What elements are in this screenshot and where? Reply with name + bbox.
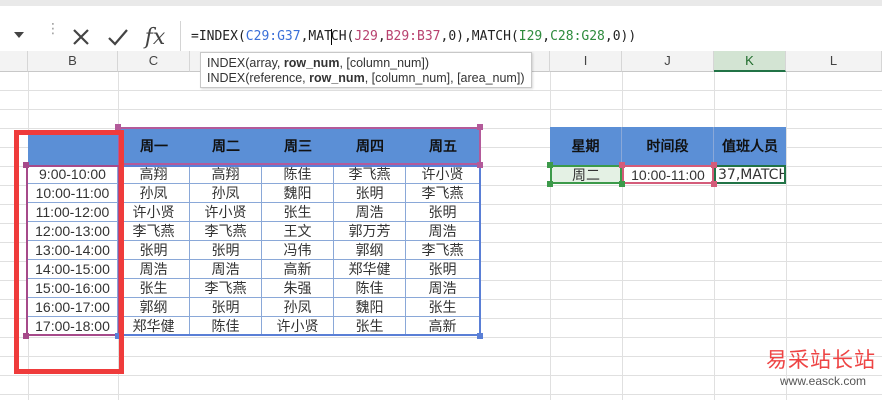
checkmark-icon: [108, 29, 128, 46]
tooltip-text: INDEX(array,: [207, 56, 284, 70]
insert-function-button[interactable]: fx: [138, 20, 172, 54]
tooltip-line-array[interactable]: INDEX(array, row_num, [column_num]): [207, 56, 525, 71]
chevron-down-icon: [14, 32, 24, 38]
column-header-b[interactable]: B: [28, 51, 118, 72]
formula-ref: C28:G28: [550, 29, 605, 44]
column-header-j[interactable]: J: [622, 51, 714, 72]
cancel-x-icon: [73, 29, 89, 45]
watermark-logo-text: 易采站长站: [766, 348, 876, 372]
column-header-c[interactable]: C: [118, 51, 190, 72]
tooltip-current-arg: row_num: [309, 71, 365, 85]
select-all-corner[interactable]: [0, 51, 28, 72]
range-handle[interactable]: [619, 162, 625, 168]
lookup-header-time[interactable]: 时间段: [622, 127, 714, 165]
range-handle[interactable]: [711, 162, 717, 168]
function-tooltip: INDEX(array, row_num, [column_num]) INDE…: [200, 52, 532, 88]
range-highlight-header: [118, 127, 481, 165]
formula-ref: J29: [354, 29, 378, 44]
range-handle[interactable]: [477, 162, 483, 168]
formula-text: ,: [377, 29, 386, 44]
fx-icon: fx: [144, 24, 166, 50]
name-box-dropdown[interactable]: [0, 21, 40, 51]
formula-text: ,MAT: [300, 29, 332, 44]
range-handle[interactable]: [619, 181, 625, 187]
cancel-button[interactable]: [64, 20, 98, 54]
tooltip-line-reference[interactable]: INDEX(reference, row_num, [column_num], …: [207, 71, 525, 86]
column-header-i[interactable]: I: [550, 51, 622, 72]
tooltip-text: INDEX(reference,: [207, 71, 310, 85]
lookup-header-day[interactable]: 星期: [550, 127, 622, 165]
range-handle[interactable]: [711, 181, 717, 187]
gridline: [622, 72, 623, 400]
lookup-day-cell[interactable]: 周二: [550, 165, 622, 184]
formula-text: ,: [542, 29, 551, 44]
drag-handle-icon[interactable]: ⋮: [46, 22, 60, 46]
formula-ref: C29:G37: [245, 29, 301, 44]
annotation-highlight-box: [14, 130, 124, 374]
range-handle[interactable]: [547, 162, 553, 168]
watermark-url: www.easck.com: [780, 374, 867, 388]
enter-button[interactable]: [101, 20, 135, 54]
gridline: [714, 72, 715, 400]
formula-bar: ⋮ fx =INDEX(C29:G37,MATCH(J29,B29:B37,0)…: [0, 6, 882, 52]
range-handle[interactable]: [477, 333, 483, 339]
formula-text: =INDEX(: [191, 29, 246, 44]
lookup-result-cell[interactable]: 37,MATCH: [714, 165, 786, 184]
gridline: [550, 72, 551, 400]
column-header-l[interactable]: L: [786, 51, 882, 72]
formula-text: ,0),MATCH(: [440, 29, 519, 44]
lookup-time-cell[interactable]: 10:00-11:00: [622, 165, 714, 184]
formula-input[interactable]: =INDEX(C29:G37,MATCH(J29,B29:B37,0),MATC…: [180, 21, 882, 52]
column-header-k[interactable]: K: [714, 51, 786, 72]
formula-ref: I29: [518, 29, 543, 44]
range-handle[interactable]: [547, 181, 553, 187]
range-highlight-body: [118, 165, 481, 336]
formula-text: CH(: [330, 29, 355, 44]
formula-text: ,0)): [604, 29, 637, 44]
site-watermark: 易采站长站 www.easck.com: [766, 344, 882, 400]
range-handle[interactable]: [477, 124, 483, 130]
tooltip-text: , [column_num]): [339, 56, 430, 70]
formula-ref: B29:B37: [385, 29, 441, 44]
tooltip-current-arg: row_num: [283, 56, 340, 70]
lookup-header-staff[interactable]: 值班人员: [714, 127, 786, 165]
tooltip-text: , [column_num], [area_num]): [364, 71, 525, 85]
